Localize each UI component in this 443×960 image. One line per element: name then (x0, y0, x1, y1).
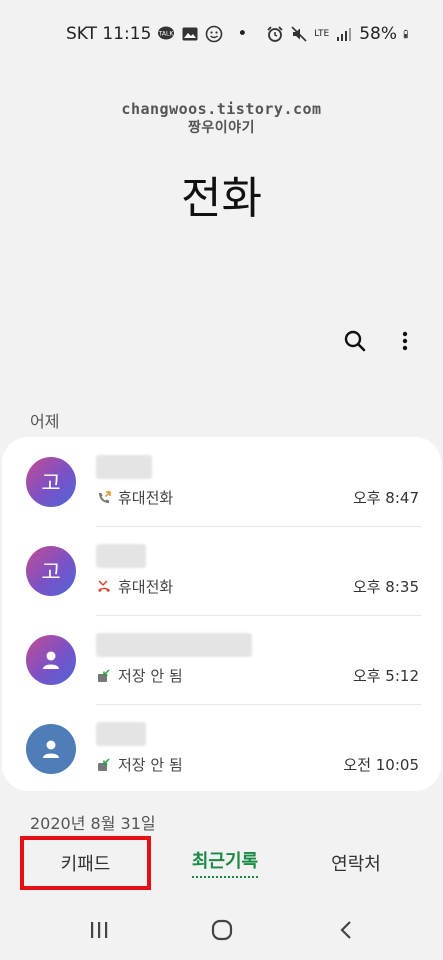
contact-name-redacted (96, 455, 152, 479)
tab-recents-label: 최근기록 (191, 847, 259, 878)
svg-text:TALK: TALK (158, 31, 175, 38)
call-log-row[interactable]: 고 휴대전화 오후 8:35 (2, 526, 441, 615)
page-title: 전화 (181, 173, 262, 224)
call-log-row[interactable]: 저장 안 됨 오전 10:05 (2, 704, 441, 793)
incoming-call-icon (98, 757, 110, 771)
signal-icon (337, 28, 352, 41)
person-icon (43, 740, 59, 758)
avatar (26, 724, 76, 774)
avatar (26, 635, 76, 685)
tab-recents[interactable]: 최근기록 (170, 835, 280, 890)
recent-calls-card: 고 휴대전화 오후 8:47 고 휴대전화 오후 8:35 저장 안 됨 오후 … (2, 437, 441, 791)
call-type: 저장 안 됨 (118, 756, 183, 774)
watermark-url: changwoos.tistory.com (121, 100, 322, 118)
avatar: 고 (26, 457, 76, 507)
call-type: 휴대전화 (118, 489, 174, 507)
call-type: 저장 안 됨 (118, 667, 183, 685)
recent-apps-button[interactable] (79, 912, 119, 948)
call-time: 오후 8:47 (352, 489, 419, 507)
section-header-date: 2020년 8월 31일 (30, 814, 156, 833)
search-icon (344, 330, 366, 352)
battery-percent: 58% (359, 24, 397, 44)
call-log-row[interactable]: 고 휴대전화 오후 8:47 (2, 437, 441, 526)
tab-keypad-label: 키패드 (60, 854, 111, 875)
home-button[interactable] (202, 912, 242, 948)
call-time: 오후 5:12 (352, 667, 419, 685)
mute-icon (291, 26, 307, 42)
home-icon (211, 919, 233, 941)
alarm-icon (267, 26, 283, 42)
carrier-time: SKT 11:15 (66, 24, 152, 44)
more-vertical-icon (402, 331, 408, 351)
avatar: 고 (26, 546, 76, 596)
search-button[interactable] (340, 326, 370, 356)
contact-name-redacted (96, 722, 146, 746)
more-options-button[interactable] (390, 326, 420, 356)
network-type: LTE (314, 28, 330, 39)
call-log-row[interactable]: 저장 안 됨 오후 5:12 (2, 615, 441, 704)
outgoing-call-icon (99, 490, 111, 503)
back-icon (340, 921, 351, 939)
status-bar: SKT 11:15 TALK • LTE 58% (0, 18, 443, 50)
tab-contacts-label: 연락처 (331, 853, 381, 875)
emoji-icon (206, 25, 223, 43)
back-button[interactable] (326, 912, 366, 948)
watermark-name: 짱우이야기 (188, 120, 255, 136)
status-dot: • (237, 24, 248, 44)
tab-keypad[interactable]: 키패드 (20, 836, 151, 890)
missed-call-icon (98, 579, 110, 592)
tab-contacts[interactable]: 연락처 (300, 835, 412, 890)
contact-name-redacted (96, 544, 146, 568)
contact-name-redacted (96, 633, 252, 657)
incoming-call-icon (98, 668, 110, 682)
image-icon (182, 27, 198, 41)
call-time: 오전 10:05 (343, 756, 419, 774)
recent-apps-icon (91, 922, 108, 938)
person-icon (43, 651, 59, 669)
section-header-yesterday: 어제 (30, 412, 60, 431)
talk-icon: TALK (158, 26, 175, 40)
call-time: 오후 8:35 (352, 578, 419, 596)
call-type: 휴대전화 (118, 578, 174, 596)
battery-icon (403, 29, 408, 39)
system-nav-bar (0, 912, 443, 948)
bottom-tab-bar: 키패드 최근기록 연락처 (0, 835, 443, 890)
